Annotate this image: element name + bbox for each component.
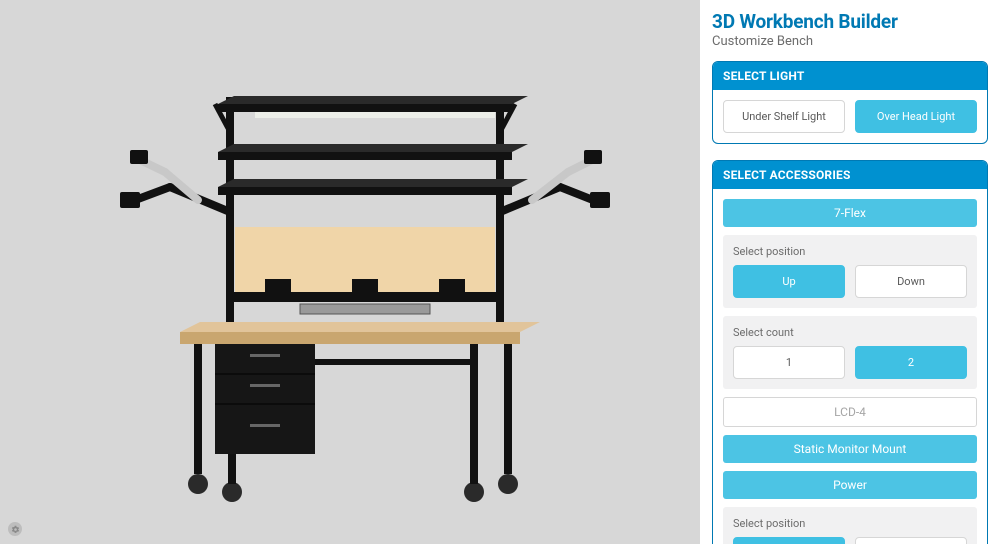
gear-icon xyxy=(11,525,20,534)
power-position-up[interactable]: Up xyxy=(733,537,845,544)
3d-viewport[interactable] xyxy=(0,0,700,544)
7-flex-position-down[interactable]: Down xyxy=(855,265,967,298)
panel-select-light: SELECT LIGHT Under Shelf Light Over Head… xyxy=(712,61,988,144)
panel-select-accessories: SELECT ACCESSORIES 7-Flex Select positio… xyxy=(712,160,988,544)
label-power-position: Select position xyxy=(733,517,967,530)
7-flex-position-up[interactable]: Up xyxy=(733,265,845,298)
label-select-count: Select count xyxy=(733,326,967,339)
option-over-head-light[interactable]: Over Head Light xyxy=(855,100,977,133)
accessory-power[interactable]: Power xyxy=(723,471,977,499)
7-flex-count-1[interactable]: 1 xyxy=(733,346,845,379)
accessory-lcd-4[interactable]: LCD-4 xyxy=(723,397,977,427)
viewport-settings-button[interactable] xyxy=(8,522,22,536)
config-sidebar: 3D Workbench Builder Customize Bench SEL… xyxy=(700,0,1000,544)
7-flex-count-group: Select count 1 2 xyxy=(723,316,977,389)
option-under-shelf-light[interactable]: Under Shelf Light xyxy=(723,100,845,133)
power-position-group: Select position Up Down xyxy=(723,507,977,544)
label-select-position: Select position xyxy=(733,245,967,258)
accessory-7-flex[interactable]: 7-Flex xyxy=(723,199,977,227)
7-flex-count-2[interactable]: 2 xyxy=(855,346,967,379)
page-title: 3D Workbench Builder xyxy=(712,10,988,33)
panel-header-accessories: SELECT ACCESSORIES xyxy=(713,161,987,189)
workbench-render xyxy=(70,32,630,512)
power-position-down[interactable]: Down xyxy=(855,537,967,544)
page-subtitle: Customize Bench xyxy=(712,34,988,49)
7-flex-position-group: Select position Up Down xyxy=(723,235,977,308)
panel-header-light: SELECT LIGHT xyxy=(713,62,987,90)
accessory-static-monitor-mount[interactable]: Static Monitor Mount xyxy=(723,435,977,463)
